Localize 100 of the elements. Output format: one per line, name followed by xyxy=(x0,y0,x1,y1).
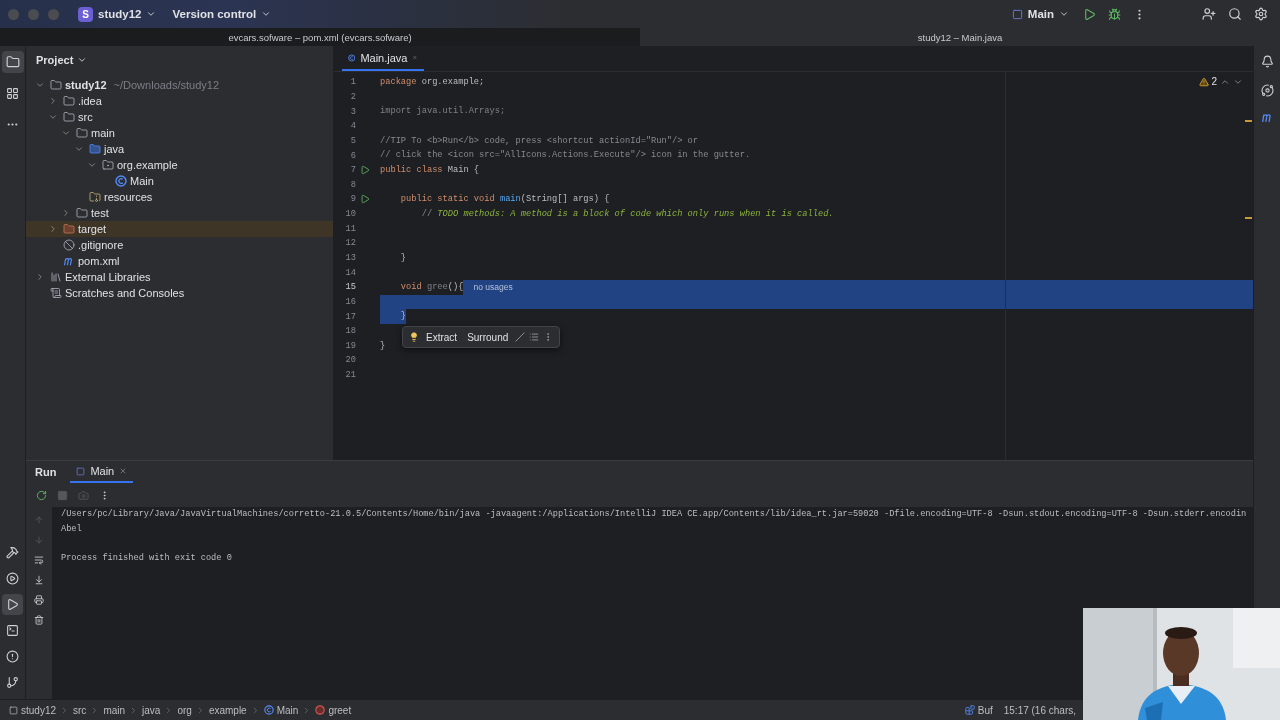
tree-item[interactable]: .idea xyxy=(26,93,333,109)
printer-icon xyxy=(34,595,44,605)
run-tool-button[interactable] xyxy=(2,594,23,615)
chevron-icon[interactable] xyxy=(35,80,45,90)
line-number: 5 xyxy=(349,135,356,146)
maven-icon xyxy=(1260,113,1274,123)
format-icon[interactable] xyxy=(529,332,540,342)
wrap-icon xyxy=(34,555,44,565)
breadcrumb[interactable]: study12 xyxy=(8,704,58,716)
toolbar-action[interactable]: Extract xyxy=(423,329,461,345)
line-number: 7 xyxy=(349,165,356,176)
tree-item[interactable]: org.example xyxy=(26,157,333,173)
console-line: /Users/pc/Library/Java/JavaVirtualMachines/corretto-21.0.5/Contents/Home/bin/java -javaagent:/Applications/IntelliJ IDEA CE.app/Contents/lib/idea_rt.jar=59020 -Dfile.encoding=UTF-8 -Dsun.stdout.encoding=UTF-8 -Dsun.stderr.encodin xyxy=(61,508,1247,521)
arrow-up-icon xyxy=(34,515,44,525)
chevron-icon xyxy=(1059,9,1069,19)
config-icon xyxy=(1011,8,1023,20)
chevron-icon xyxy=(77,55,88,65)
rerun-icon xyxy=(36,489,47,501)
folder-icon xyxy=(5,55,20,69)
breadcrumb[interactable]: java xyxy=(141,704,162,716)
chevron-icon[interactable] xyxy=(74,144,84,154)
library-icon xyxy=(50,271,62,283)
panel-title[interactable]: Project xyxy=(34,52,90,68)
scroll-end-icon xyxy=(34,575,44,585)
chevron-icon[interactable] xyxy=(48,224,58,234)
status-indicator[interactable]: Buf xyxy=(960,704,997,716)
window-tab[interactable]: evcars.sofware – pom.xml (evcars.sofware) xyxy=(0,28,640,46)
code-line: void gree(){ xyxy=(399,280,464,294)
folder-icon xyxy=(89,143,101,155)
line-number: 14 xyxy=(344,267,356,278)
run-icon[interactable] xyxy=(360,165,370,176)
tree-item[interactable]: src xyxy=(26,109,333,125)
line-number: 18 xyxy=(344,326,356,337)
project-tool-button[interactable] xyxy=(1,51,24,73)
breadcrumb[interactable]: Main xyxy=(262,704,300,716)
package-icon xyxy=(102,159,114,171)
hammer-icon xyxy=(6,546,19,559)
settings-icon xyxy=(1254,7,1268,21)
play-icon xyxy=(6,598,19,611)
chevron-icon[interactable] xyxy=(87,160,97,170)
add-user-icon xyxy=(1202,7,1216,21)
breadcrumb[interactable]: org xyxy=(176,704,193,716)
code-line: package org.example; xyxy=(380,76,485,89)
breadcrumb[interactable]: example xyxy=(207,704,248,716)
chevron-icon[interactable] xyxy=(48,112,58,122)
line-number: 8 xyxy=(349,179,356,190)
project-selector[interactable]: S study12 xyxy=(72,3,163,25)
search-icon xyxy=(1228,7,1242,21)
line-number: 2 xyxy=(349,91,356,102)
line-number: 12 xyxy=(344,238,356,249)
folder-icon xyxy=(63,111,75,123)
chevron-icon[interactable] xyxy=(61,128,71,138)
tree-item[interactable]: Main xyxy=(26,173,333,189)
camera-icon xyxy=(78,489,89,501)
tree-item[interactable]: resources xyxy=(26,189,333,205)
console-line: Abel xyxy=(61,522,82,536)
window-tab[interactable]: study12 – Main.java xyxy=(640,28,1280,46)
module-icon xyxy=(9,705,18,715)
lightbulb-icon[interactable] xyxy=(409,332,419,342)
scratches-icon xyxy=(50,287,62,299)
comment-icon[interactable] xyxy=(515,332,526,342)
breadcrumb[interactable]: main xyxy=(102,704,127,716)
tree-item[interactable]: java xyxy=(26,141,333,157)
terminal-icon xyxy=(6,624,19,637)
tree-item[interactable]: target xyxy=(26,221,333,237)
tree-item[interactable]: External Libraries xyxy=(26,269,333,285)
code-line: public class Main { xyxy=(380,163,480,177)
breadcrumb[interactable]: src xyxy=(72,704,88,716)
editor-tab[interactable]: Main.java xyxy=(342,46,424,71)
line-number: 10 xyxy=(344,209,356,220)
breadcrumb[interactable]: greet xyxy=(314,704,353,716)
tree-item[interactable]: main xyxy=(26,125,333,141)
module-icon xyxy=(50,79,62,91)
vcs-menu[interactable]: Version control xyxy=(166,5,278,23)
ignore-icon xyxy=(63,239,75,251)
caret-position[interactable]: 15:17 (16 chars, xyxy=(999,704,1080,716)
code-line: //TIP To <b>Run</b> code, press <shortcut actionId="Run"/> or xyxy=(380,134,698,148)
warnings-counter[interactable]: 2 xyxy=(1199,76,1217,87)
tree-item[interactable]: pom.xml xyxy=(26,253,333,269)
project-badge: S xyxy=(78,6,93,22)
class-icon xyxy=(263,705,274,715)
folder-icon xyxy=(63,223,75,235)
structure-icon xyxy=(6,87,19,100)
config-icon xyxy=(76,466,86,476)
warning-marker xyxy=(1245,120,1252,122)
branch-icon xyxy=(6,676,19,689)
line-number: 4 xyxy=(349,121,356,132)
run-icon[interactable] xyxy=(360,194,370,205)
chevron-icon[interactable] xyxy=(61,208,71,218)
tree-item[interactable]: test xyxy=(26,205,333,221)
tree-item[interactable]: Scratches and Consoles xyxy=(26,285,333,301)
method-icon xyxy=(315,705,326,715)
line-number: 9 xyxy=(349,194,356,205)
tree-item[interactable]: .gitignore xyxy=(26,237,333,253)
chevron-icon[interactable] xyxy=(35,272,45,282)
toolbar-action[interactable]: Surround xyxy=(464,329,512,345)
close-icon[interactable] xyxy=(119,467,128,475)
chevron-icon[interactable] xyxy=(48,96,58,106)
tree-item[interactable]: study12 ~/Downloads/study12 xyxy=(26,77,333,93)
run-config-selector[interactable]: Main xyxy=(1005,5,1075,23)
